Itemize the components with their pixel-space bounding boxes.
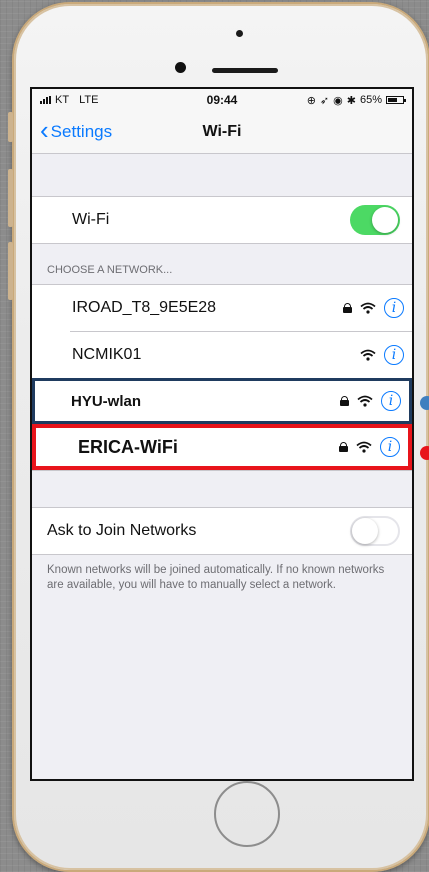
bluetooth-icon: ✱ bbox=[346, 94, 356, 107]
wifi-signal-icon bbox=[357, 395, 373, 407]
red-annotation-arrow bbox=[420, 446, 429, 460]
wifi-toggle-row: Wi-Fi bbox=[32, 197, 412, 243]
phone-screen: KT LTE 09:44 ⊕ ➶ ◉ ✱ 65% ‹ Settings Wi-F… bbox=[30, 87, 414, 781]
back-label: Settings bbox=[50, 122, 113, 141]
alarm-icon: ⊕ bbox=[306, 94, 316, 107]
lock-icon bbox=[340, 396, 349, 406]
wifi-signal-icon bbox=[360, 349, 376, 361]
wifi-signal-icon bbox=[356, 441, 372, 453]
network-name: IROAD_T8_9E5E28 bbox=[72, 299, 217, 316]
lock-icon bbox=[343, 303, 352, 313]
battery-percent: 65% bbox=[359, 94, 382, 106]
network-row-erica-wifi[interactable]: ERICA-WiFi i bbox=[32, 424, 412, 470]
network-type: LTE bbox=[79, 94, 99, 106]
chevron-left-icon: ‹ bbox=[40, 115, 49, 145]
signal-strength-icon bbox=[40, 96, 51, 104]
info-icon[interactable]: i bbox=[384, 345, 404, 365]
info-icon[interactable]: i bbox=[380, 437, 400, 457]
clock-icon: ◉ bbox=[333, 94, 343, 107]
networks-section-header: CHOOSE A NETWORK... bbox=[47, 264, 173, 276]
wifi-toggle-group: Wi-Fi bbox=[32, 196, 412, 244]
info-icon[interactable]: i bbox=[381, 391, 401, 411]
network-list: IROAD_T8_9E5E28 i NCMIK01 i HYU-wlan i E… bbox=[32, 284, 412, 471]
network-row-ncmik01[interactable]: NCMIK01 i bbox=[32, 332, 412, 378]
earpiece-speaker bbox=[212, 68, 278, 73]
wifi-label: Wi-Fi bbox=[72, 211, 110, 228]
carrier-name: KT bbox=[55, 94, 70, 106]
network-name: HYU-wlan bbox=[71, 392, 142, 410]
ask-to-join-toggle-switch[interactable] bbox=[350, 516, 400, 546]
info-icon[interactable]: i bbox=[384, 298, 404, 318]
network-row-iroad[interactable]: IROAD_T8_9E5E28 i bbox=[32, 285, 412, 331]
status-bar: KT LTE 09:44 ⊕ ➶ ◉ ✱ 65% bbox=[32, 89, 412, 111]
network-name: NCMIK01 bbox=[72, 346, 142, 363]
wifi-toggle-switch[interactable] bbox=[350, 205, 400, 235]
back-button[interactable]: ‹ Settings bbox=[40, 115, 113, 145]
location-icon: ➶ bbox=[319, 94, 330, 107]
ask-to-join-footer: Known networks will be joined automatica… bbox=[47, 564, 385, 591]
mute-switch bbox=[8, 112, 13, 142]
navigation-bar: ‹ Settings Wi-Fi bbox=[32, 111, 412, 154]
volume-down-button bbox=[8, 242, 13, 300]
blue-annotation-arrow bbox=[420, 396, 429, 410]
lock-icon bbox=[339, 442, 348, 452]
wifi-signal-icon bbox=[360, 302, 376, 314]
ask-to-join-label: Ask to Join Networks bbox=[47, 522, 197, 539]
volume-up-button bbox=[8, 169, 13, 227]
battery-icon bbox=[386, 96, 406, 104]
front-camera bbox=[175, 62, 186, 73]
network-row-hyu-wlan[interactable]: HYU-wlan i bbox=[32, 378, 412, 424]
network-name: ERICA-WiFi bbox=[78, 436, 178, 457]
ask-to-join-group: Ask to Join Networks bbox=[32, 507, 412, 555]
home-button[interactable] bbox=[214, 781, 280, 847]
proximity-sensor bbox=[236, 30, 243, 37]
ask-to-join-row: Ask to Join Networks bbox=[32, 508, 412, 554]
